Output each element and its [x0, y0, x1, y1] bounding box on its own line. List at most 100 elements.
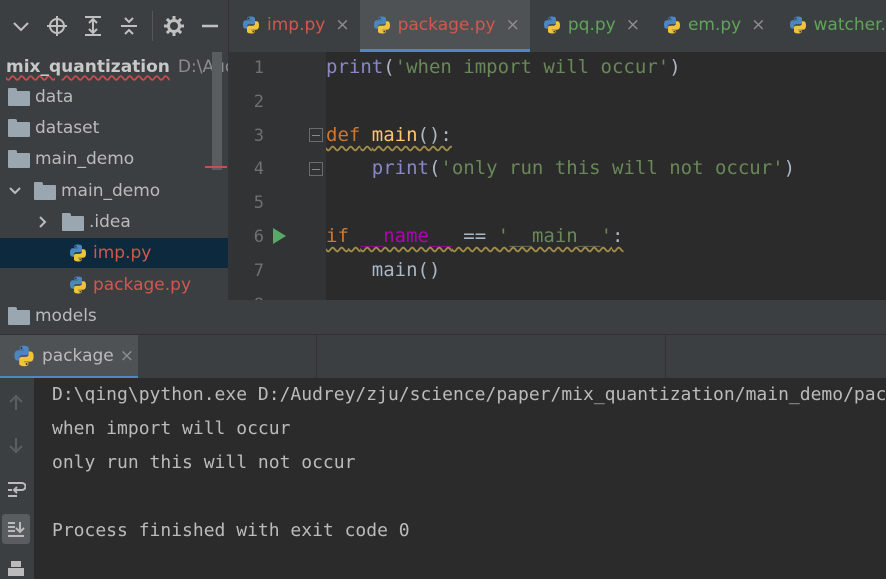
tab-watcher-py[interactable]: watcher.py — [776, 0, 886, 52]
folder-icon — [34, 182, 56, 200]
python-file-icon — [68, 275, 88, 295]
builtin-token: print — [326, 56, 384, 78]
line-number: 1 — [253, 58, 264, 78]
chevron-right-icon[interactable] — [36, 215, 50, 229]
tree-item-main-demo-expanded[interactable]: main_demo — [0, 176, 228, 206]
panel-divider[interactable] — [228, 300, 886, 334]
run-side-toolbar — [0, 378, 34, 579]
tab-label: watcher.py — [813, 14, 886, 35]
toolbar-separator — [152, 11, 153, 41]
scroll-to-end-button[interactable] — [2, 514, 30, 544]
line-number: 3 — [253, 126, 264, 146]
gear-icon[interactable] — [159, 11, 189, 41]
close-icon[interactable]: × — [335, 15, 349, 35]
console-line: when import will occur — [52, 418, 291, 439]
punct-token: ) — [669, 56, 681, 78]
soft-wrap-icon — [8, 482, 26, 497]
line-number: 5 — [253, 193, 264, 213]
tree-item-idea[interactable]: .idea — [0, 207, 228, 237]
punct-token: (): — [417, 124, 452, 146]
console-line: only run this will not occur — [52, 452, 356, 473]
folder-icon — [8, 119, 30, 137]
punct-token: ) — [783, 157, 796, 179]
tab-label: pq.py — [567, 14, 616, 35]
python-file-icon — [241, 15, 261, 35]
code-editor[interactable]: 1 2 3 4 5 6 7 8 print('when import will … — [228, 52, 886, 300]
close-icon[interactable]: × — [626, 15, 640, 35]
project-scrollbar[interactable] — [212, 52, 222, 170]
tree-item-label: package.py — [93, 275, 192, 295]
string-token: 'when import will occur' — [394, 56, 670, 78]
minimize-icon[interactable] — [195, 11, 225, 41]
close-icon[interactable]: × — [751, 15, 765, 35]
function-name-token: main — [371, 124, 418, 146]
collapse-all-icon[interactable] — [114, 11, 144, 41]
folder-icon — [8, 150, 30, 168]
tree-item-dataset[interactable]: dataset — [0, 113, 228, 143]
close-icon[interactable]: × — [506, 15, 520, 35]
editor-tab-bar: imp.py × package.py × pq.py × em.py × wa… — [228, 0, 886, 52]
arrow-down-icon — [9, 438, 23, 454]
folder-icon — [8, 307, 30, 325]
keyword-token: if — [326, 225, 349, 247]
tree-item-label: data — [35, 87, 74, 107]
editor-gutter: 1 2 3 4 5 6 7 8 — [228, 52, 326, 300]
dropdown-tab-icon[interactable] — [6, 11, 36, 41]
tab-label: em.py — [687, 14, 742, 35]
tab-pq-py[interactable]: pq.py × — [530, 0, 650, 52]
scroll-to-end-icon — [8, 522, 25, 537]
tree-item-label: main_demo — [35, 149, 135, 169]
python-file-icon — [542, 15, 562, 35]
code-line-7: main() — [326, 259, 441, 281]
tree-item-label: main_demo — [61, 181, 161, 201]
error-stripe-mark — [205, 166, 227, 168]
locate-file-icon[interactable] — [42, 11, 72, 41]
run-tab-package[interactable]: package × — [0, 335, 138, 379]
folder-icon — [62, 213, 84, 231]
close-icon[interactable]: × — [120, 346, 134, 366]
code-line-1: print('when import will occur') — [326, 56, 681, 78]
console-line: D:\qing\python.exe D:/Audrey/zju/science… — [52, 384, 886, 405]
run-tab-label: package — [42, 345, 114, 366]
keyword-token: def — [326, 124, 361, 146]
soft-wrap-button[interactable] — [2, 474, 30, 504]
arrow-up-icon — [9, 394, 23, 410]
tab-package-py[interactable]: package.py × — [359, 0, 530, 52]
tab-em-py[interactable]: em.py × — [650, 0, 776, 52]
tree-item-label: .idea — [89, 212, 131, 232]
project-toolbar — [0, 0, 228, 52]
tree-item-data[interactable]: data — [0, 82, 228, 112]
line-number: 2 — [253, 92, 264, 112]
string-token: '__main__' — [497, 225, 613, 247]
string-token: 'only run this will not occur' — [440, 157, 784, 179]
punct-token: ( — [428, 157, 441, 179]
expand-all-icon[interactable] — [78, 11, 108, 41]
fold-icon[interactable] — [309, 128, 323, 142]
tree-root-mix-quantization[interactable]: mix_quantization D:\Audr — [0, 52, 228, 82]
root-folder-name: mix_quantization — [6, 57, 170, 77]
code-line-4: print('only run this will not occur') — [326, 157, 795, 179]
run-tool-window-header: package × — [0, 334, 886, 379]
call-token: main() — [371, 259, 441, 281]
tree-item-models[interactable]: models — [0, 301, 228, 331]
builtin-token: print — [371, 157, 429, 179]
fold-icon[interactable] — [309, 162, 323, 176]
run-console-output[interactable]: D:\qing\python.exe D:/Audrey/zju/science… — [34, 378, 886, 579]
print-button[interactable] — [2, 554, 30, 579]
header-divider — [665, 335, 666, 379]
printer-icon — [8, 561, 24, 576]
python-file-icon — [68, 243, 88, 263]
python-file-icon — [12, 344, 36, 368]
tab-label: imp.py — [267, 14, 326, 35]
scroll-up-button[interactable] — [2, 388, 30, 418]
tree-item-main-demo[interactable]: main_demo — [0, 144, 228, 174]
folder-icon — [8, 88, 30, 106]
line-number: 4 — [253, 159, 264, 179]
project-panel: mix_quantization D:\Audr data dataset ma… — [0, 0, 228, 334]
run-gutter-icon[interactable] — [273, 228, 286, 244]
tree-item-package-py[interactable]: package.py — [0, 270, 228, 300]
tree-item-imp-py[interactable]: imp.py — [0, 238, 228, 268]
scroll-down-button[interactable] — [2, 430, 30, 460]
tab-imp-py[interactable]: imp.py × — [229, 0, 360, 52]
chevron-down-icon[interactable] — [8, 184, 22, 198]
